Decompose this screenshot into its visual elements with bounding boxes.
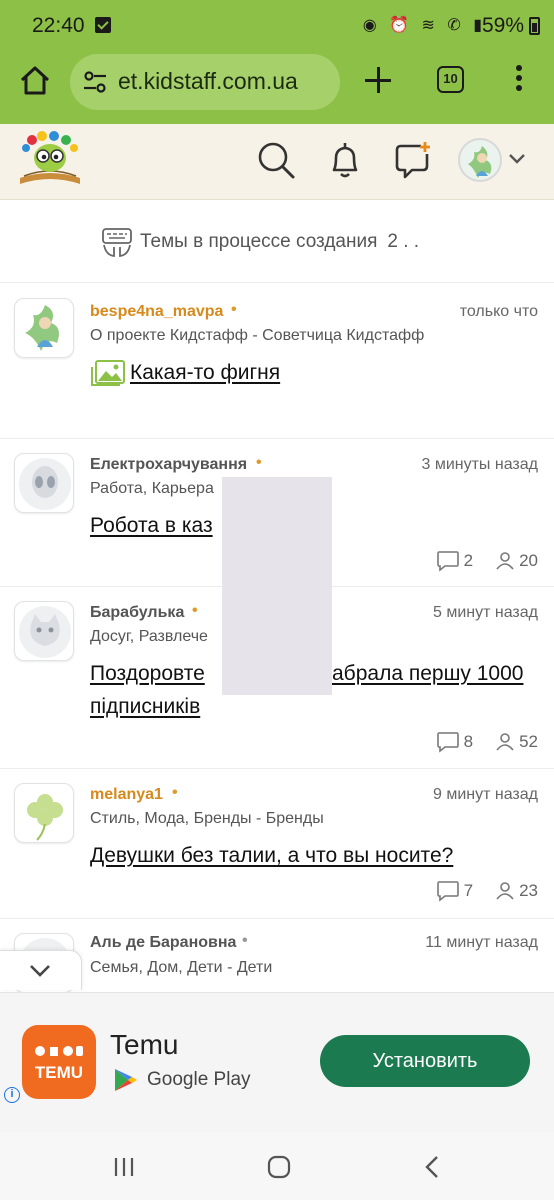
view-count: 52 bbox=[519, 732, 538, 751]
topic-item[interactable]: Аль де Барановна • 11 минут назад Семья,… bbox=[0, 918, 554, 993]
topic-stats: 7 23 bbox=[436, 880, 538, 902]
temu-logo-text: TEMU bbox=[34, 1063, 84, 1082]
chevron-down-icon[interactable] bbox=[508, 152, 526, 166]
topic-author[interactable]: Барабулька bbox=[90, 604, 184, 622]
signal-icons: ◉ ⏰ ≋ ✆ ▮ bbox=[362, 17, 486, 34]
author-avatar[interactable] bbox=[14, 298, 74, 358]
chevron-down-icon bbox=[30, 965, 50, 977]
browser-toolbar: et.kidstaff.com.ua 10 bbox=[0, 52, 554, 124]
online-dot: • bbox=[172, 784, 178, 801]
redacted-overlay bbox=[222, 477, 332, 695]
user-avatar[interactable] bbox=[458, 138, 502, 182]
google-play-icon bbox=[115, 1069, 137, 1091]
drafts-link[interactable]: Темы в процессе создания 2 . . bbox=[100, 222, 419, 262]
topic-category[interactable]: Досуг, Развлече bbox=[90, 628, 208, 646]
topic-category[interactable]: Работа, Карьера bbox=[90, 480, 214, 498]
keyboard-hands-icon bbox=[102, 228, 132, 258]
image-icon bbox=[91, 360, 125, 386]
ad-app-name[interactable]: Temu bbox=[110, 1029, 178, 1061]
topic-stats: 8 52 bbox=[436, 731, 538, 753]
author-avatar[interactable] bbox=[14, 453, 74, 513]
comment-count: 2 bbox=[463, 551, 474, 570]
ad-collapse-button[interactable] bbox=[0, 950, 82, 990]
comment-count: 8 bbox=[463, 732, 474, 751]
user-icon bbox=[496, 552, 514, 570]
status-time: 22:40 bbox=[32, 14, 85, 37]
site-settings-icon[interactable] bbox=[82, 70, 108, 94]
system-nav-bar bbox=[0, 1132, 554, 1200]
online-dot: • bbox=[231, 301, 237, 318]
topic-author[interactable]: bespe4na_mavpa bbox=[90, 303, 223, 321]
topic-time: 9 минут назад bbox=[432, 786, 538, 803]
topic-title[interactable]: Поздоровте bbox=[90, 657, 205, 690]
user-icon bbox=[496, 882, 514, 900]
topic-author[interactable]: Електрохарчування bbox=[90, 456, 247, 474]
topic-category[interactable]: О проекте Кидстафф - Советчица Кидстафф bbox=[90, 327, 424, 345]
drafts-label: Темы в процессе создания bbox=[140, 231, 378, 252]
topic-title-line2[interactable]: підписників bbox=[90, 690, 200, 723]
topic-author[interactable]: Аль де Барановна bbox=[90, 934, 236, 952]
online-dot: • bbox=[192, 602, 198, 619]
search-icon[interactable] bbox=[256, 140, 296, 180]
topic-title[interactable]: Какая-то фигня bbox=[130, 356, 280, 389]
topic-time: 3 минуты назад bbox=[421, 456, 538, 473]
status-bar: 22:40 ◉ ⏰ ≋ ✆ ▮ 59% bbox=[0, 0, 554, 52]
home-icon[interactable] bbox=[18, 64, 52, 98]
comment-icon bbox=[436, 551, 459, 572]
kidstaff-logo[interactable] bbox=[16, 128, 84, 188]
new-post-icon[interactable] bbox=[393, 140, 433, 180]
battery-icon bbox=[529, 17, 540, 35]
install-button[interactable]: Установить bbox=[320, 1035, 530, 1087]
comment-icon bbox=[436, 732, 459, 753]
ad-info-icon[interactable]: i bbox=[4, 1087, 20, 1103]
tab-switcher-button[interactable]: 10 bbox=[437, 66, 464, 93]
online-dot: • bbox=[256, 454, 262, 471]
author-avatar[interactable] bbox=[14, 783, 74, 843]
bell-icon[interactable] bbox=[325, 140, 365, 180]
comment-icon bbox=[436, 881, 459, 902]
site-header bbox=[0, 124, 554, 200]
drafts-count: 2 . . bbox=[387, 231, 420, 252]
browser-menu-icon[interactable] bbox=[510, 65, 528, 95]
recent-apps-icon[interactable] bbox=[112, 1156, 136, 1178]
view-count: 23 bbox=[519, 881, 538, 900]
temu-logo[interactable]: TEMU bbox=[22, 1025, 96, 1099]
new-tab-button[interactable] bbox=[360, 62, 396, 98]
user-icon bbox=[496, 733, 514, 751]
topic-time: 11 минут назад bbox=[425, 934, 538, 951]
topic-time: 5 минут назад bbox=[432, 604, 538, 621]
topic-stats: 2 20 bbox=[436, 550, 538, 572]
status-dot: • bbox=[242, 932, 248, 949]
back-icon[interactable] bbox=[422, 1154, 442, 1180]
view-count: 20 bbox=[519, 551, 538, 570]
temu-mascots-icon bbox=[35, 1046, 83, 1056]
notification-icon bbox=[95, 17, 111, 33]
address-bar[interactable]: et.kidstaff.com.ua bbox=[70, 54, 340, 110]
battery-percent: 59% bbox=[481, 14, 524, 37]
author-avatar[interactable] bbox=[14, 601, 74, 661]
url-text: et.kidstaff.com.ua bbox=[118, 68, 298, 94]
comment-count: 7 bbox=[463, 881, 474, 900]
topic-category[interactable]: Семья, Дом, Дети - Дети bbox=[90, 959, 272, 977]
topic-category[interactable]: Стиль, Мода, Бренды - Бренды bbox=[90, 810, 324, 828]
topic-author[interactable]: melanya1 bbox=[90, 786, 163, 804]
topic-title[interactable]: Девушки без талии, а что вы носите? bbox=[90, 839, 540, 872]
topic-item[interactable]: bespe4na_mavpa • только что О проекте Ки… bbox=[0, 282, 554, 438]
ad-store-name: Google Play bbox=[147, 1069, 251, 1090]
home-nav-icon[interactable] bbox=[266, 1154, 292, 1180]
ad-banner[interactable]: TEMU Temu Google Play Установить i bbox=[0, 992, 554, 1132]
topic-item[interactable]: melanya1 • 9 минут назад Стиль, Мода, Бр… bbox=[0, 768, 554, 918]
topic-title-tail[interactable]: абрала першу 1000 bbox=[332, 657, 523, 690]
topic-time: только что bbox=[459, 303, 538, 320]
